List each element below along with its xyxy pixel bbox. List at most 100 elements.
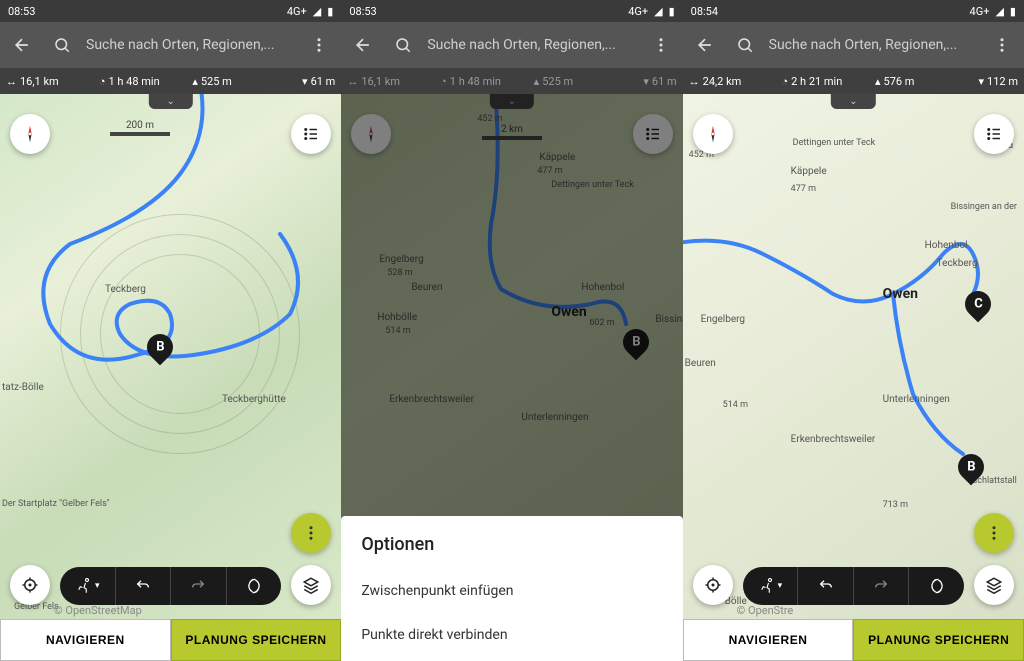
locate-button[interactable] (10, 565, 50, 605)
undo-button[interactable] (798, 567, 854, 605)
marker-c-label: C (973, 297, 982, 312)
distance-value: 24,2 km (703, 75, 742, 88)
search-input[interactable]: Suche nach Orten, Regionen,... (769, 37, 978, 53)
activity-button[interactable]: ▾ (743, 567, 799, 605)
menu-button[interactable] (986, 29, 1018, 61)
drag-handle[interactable]: ⌄ (148, 94, 192, 109)
status-bar: 08:54 4G+ ◢ ▮ (683, 0, 1024, 22)
map-attribution: © OpenStre (737, 604, 794, 617)
ascent-icon: ▴ (534, 75, 540, 88)
save-plan-button[interactable]: PLANUNG SPEICHERN (171, 619, 342, 661)
time-value: 1 h 48 min (450, 75, 501, 88)
drag-handle[interactable]: ⌄ (831, 94, 875, 109)
map[interactable]: ⌄ Owen Engelberg Beuren Dettingen unter … (683, 94, 1024, 619)
navigate-button[interactable]: NAVIGIEREN (683, 619, 854, 661)
descent-value: 61 m (311, 75, 336, 88)
route-toolbar: ▾ (743, 567, 964, 605)
network-icon: 4G+ (970, 5, 990, 18)
stat-ascent: ▴525 m (172, 75, 253, 88)
marker-b[interactable]: B (958, 454, 984, 486)
scale-bar: 200 m (110, 120, 170, 136)
search-icon[interactable] (387, 29, 419, 61)
back-button[interactable] (347, 29, 379, 61)
layers-button[interactable] (974, 565, 1014, 605)
time-value: 2 h 21 min (791, 75, 842, 88)
network-icon: 4G+ (287, 5, 307, 18)
compass-button[interactable] (693, 114, 733, 154)
save-plan-button[interactable]: PLANUNG SPEICHERN (853, 619, 1024, 661)
marker-b[interactable]: B (147, 334, 173, 366)
clock-icon: ◔ (781, 75, 788, 88)
search-input[interactable]: Suche nach Orten, Regionen,... (86, 37, 295, 53)
distance-value: 16,1 km (20, 75, 59, 88)
battery-icon: ▮ (1010, 5, 1016, 18)
back-button[interactable] (6, 29, 38, 61)
map[interactable]: ⌄ 2 km Owen Engelberg Beuren Dettingen u… (341, 94, 682, 661)
redo-button[interactable] (854, 567, 910, 605)
menu-button[interactable] (303, 29, 335, 61)
redo-button[interactable] (171, 567, 227, 605)
descent-icon: ▾ (979, 75, 985, 88)
label-engelberg: Engelberg (701, 314, 745, 325)
search-icon[interactable] (46, 29, 78, 61)
options-sheet: Optionen Zwischenpunkt einfügen Punkte d… (341, 516, 682, 661)
status-icons: 4G+ ◢ ▮ (287, 5, 333, 18)
route-stats: ↔24,2 km ◔2 h 21 min ▴576 m ▾112 m (683, 68, 1024, 94)
ascent-icon: ▴ (192, 75, 198, 88)
label-startplatz: Der Startplatz "Gelber Fels" (2, 499, 110, 509)
descent-value: 112 m (987, 75, 1018, 88)
option-insert-waypoint[interactable]: Zwischenpunkt einfügen (341, 569, 682, 613)
network-icon: 4G+ (628, 5, 648, 18)
stat-distance: ↔16,1 km (6, 75, 87, 88)
locate-button[interactable] (693, 565, 733, 605)
bottom-actions: NAVIGIEREN PLANUNG SPEICHERN (683, 619, 1024, 661)
label-el713: 713 m (883, 500, 908, 510)
search-icon[interactable] (729, 29, 761, 61)
battery-icon: ▮ (327, 5, 333, 18)
status-icons: 4G+ ◢ ▮ (970, 5, 1016, 18)
signal-icon: ◢ (654, 5, 662, 18)
label-teckberg: Teckberg (937, 258, 978, 269)
label-bolle: tatz-Bölle (2, 382, 44, 393)
app-bar: Suche nach Orten, Regionen,... (0, 22, 341, 68)
clock: 08:53 (349, 5, 376, 18)
label-kappele: Käppele (791, 166, 827, 177)
reverse-button[interactable] (227, 567, 282, 605)
route-stats: ↔16,1 km ◔1 h 48 min ▴525 m ▾61 m (341, 68, 682, 94)
marker-c[interactable]: C (965, 291, 991, 323)
distance-icon: ↔ (689, 75, 700, 88)
reverse-button[interactable] (909, 567, 964, 605)
label-el477: 477 m (791, 184, 816, 194)
more-actions-button[interactable] (974, 513, 1014, 553)
clock: 08:54 (691, 5, 718, 18)
menu-button[interactable] (645, 29, 677, 61)
activity-button[interactable]: ▾ (60, 567, 116, 605)
map[interactable]: ⌄ 200 m Teckberg Teckberghütte tatz-Böll… (0, 94, 341, 619)
back-button[interactable] (689, 29, 721, 61)
map-attribution: © OpenStreetMap (54, 604, 142, 617)
undo-button[interactable] (116, 567, 172, 605)
app-bar: Suche nach Orten, Regionen,... (341, 22, 682, 68)
label-bissingen: Bissingen an der (951, 202, 1017, 212)
distance-icon: ↔ (6, 75, 17, 88)
search-input[interactable]: Suche nach Orten, Regionen,... (427, 37, 636, 53)
stat-descent: ▾61 m (254, 75, 335, 88)
label-el514: 514 m (723, 400, 748, 410)
route-toolbar: ▾ (60, 567, 281, 605)
waypoints-button[interactable] (974, 114, 1014, 154)
navigate-button[interactable]: NAVIGIEREN (0, 619, 171, 661)
battery-icon: ▮ (669, 5, 675, 18)
ascent-value: 576 m (884, 75, 915, 88)
marker-b-label: B (967, 460, 975, 475)
distance-value: 16,1 km (361, 75, 400, 88)
marker-b-label: B (156, 340, 164, 355)
bottom-actions: NAVIGIEREN PLANUNG SPEICHERN (0, 619, 341, 661)
scale-value: 200 m (126, 120, 154, 131)
signal-icon: ◢ (995, 5, 1003, 18)
label-unter: Unterlenningen (883, 394, 950, 405)
ascent-icon: ▴ (875, 75, 881, 88)
screen-2: 08:53 4G+ ◢ ▮ Suche nach Orten, Regionen… (341, 0, 682, 661)
compass-button[interactable] (10, 114, 50, 154)
option-connect-direct[interactable]: Punkte direkt verbinden (341, 613, 682, 657)
route-line (683, 94, 1024, 619)
